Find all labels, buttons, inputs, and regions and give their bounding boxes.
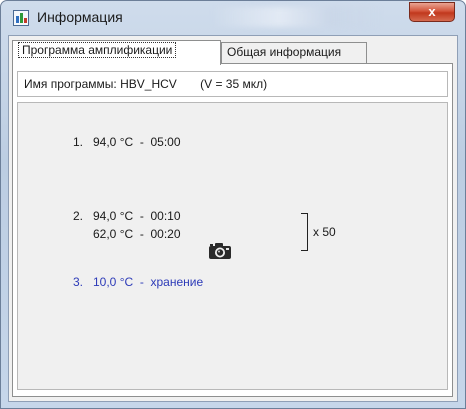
- chart-icon: [13, 10, 29, 26]
- tab-panel: Имя программы: HBV_HCV (V = 35 мкл) 1. 94…: [12, 63, 453, 397]
- program-volume: (V = 35 мкл): [200, 77, 268, 91]
- tab-label: Программа амплификации: [18, 42, 177, 58]
- program-name-value: HBV_HCV: [120, 77, 177, 91]
- step-number: 3.: [73, 275, 84, 289]
- steps-area: 1. 94,0 °C - 05:00 2. 94,0 °C - 00:10 62,0…: [17, 102, 448, 390]
- tab-strip: Программа амплификации Общая информация: [12, 40, 452, 65]
- tab-label: Общая информация: [227, 45, 342, 59]
- step-number: 1.: [73, 135, 84, 149]
- camera-icon: [209, 243, 231, 259]
- close-button[interactable]: x: [409, 2, 455, 22]
- tab-amplification-program[interactable]: Программа амплификации: [12, 40, 221, 65]
- step-text: 62,0 °C - 00:20: [93, 227, 181, 241]
- step-number: 2.: [73, 209, 84, 223]
- cycle-count: x 50: [313, 225, 336, 239]
- step-2-line-2: 62,0 °C - 00:20: [93, 227, 181, 241]
- titlebar-glass: [211, 7, 381, 27]
- window-title: Информация: [37, 9, 123, 25]
- info-window: Информация x Программа амплификации Обща…: [0, 0, 466, 409]
- cycle-bracket: [301, 213, 308, 251]
- step-text: 10,0 °C - хранение: [93, 275, 204, 289]
- title-bar[interactable]: Информация x: [1, 1, 465, 35]
- client-area: Программа амплификации Общая информация …: [8, 35, 458, 402]
- step-text: 94,0 °C - 00:10: [93, 209, 181, 223]
- step-2: 2. 94,0 °C - 00:10: [73, 209, 181, 223]
- step-3: 3. 10,0 °C - хранение: [73, 275, 203, 289]
- tab-general-info[interactable]: Общая информация: [221, 42, 367, 63]
- step-1: 1. 94,0 °C - 05:00: [73, 135, 181, 149]
- program-name-label: Имя программы:: [24, 77, 117, 91]
- program-header: Имя программы: HBV_HCV (V = 35 мкл): [17, 71, 448, 97]
- step-text: 94,0 °C - 05:00: [93, 135, 181, 149]
